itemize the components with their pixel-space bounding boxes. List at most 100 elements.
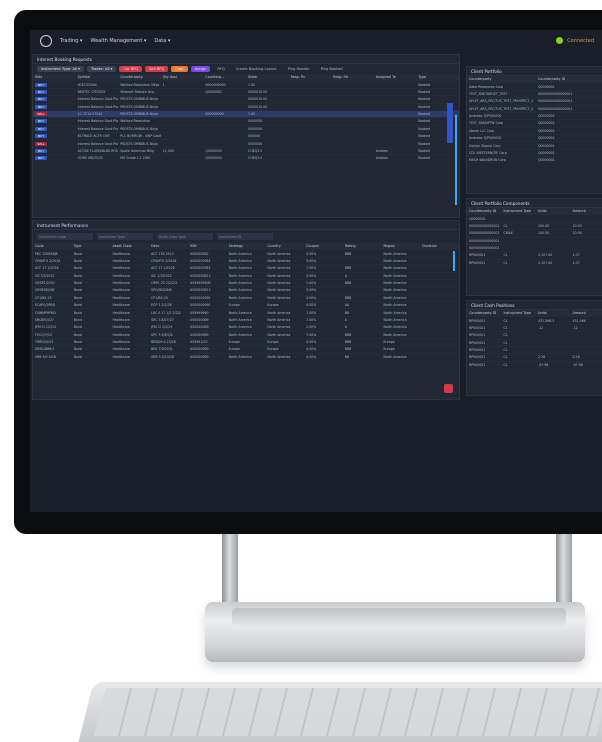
table-row[interactable]: Dank Resources CorpQ0000001 — [467, 83, 602, 90]
table-row[interactable]: ECAP0/2PRDBondHealthcareECP 3 2/1/26US00… — [33, 302, 459, 309]
table-row[interactable]: BUYInterest Balance Gout PlantPKOSTS OMN… — [33, 125, 459, 132]
table-row[interactable]: 000000000000001 — [467, 237, 602, 244]
order-column-header[interactable]: Resp. Px — [289, 74, 332, 81]
table-row[interactable]: BUYXCEC3520NWallace Resolution Ninja1000… — [33, 81, 459, 88]
table-row[interactable]: RP000001CL1,107.001.07 — [467, 259, 602, 266]
toolbar-button[interactable]: RFQ — [213, 66, 228, 72]
table-row[interactable]: 000000000000001 — [467, 244, 602, 251]
table-row[interactable]: MESH WAN/DRGN CorpQ0000001 — [467, 157, 602, 164]
instrument-column-header[interactable]: ISIN — [188, 243, 227, 250]
table-row[interactable]: RP000001CL1,107.001.07 — [467, 252, 602, 259]
order-column-header[interactable]: Side — [33, 74, 76, 81]
add-icon[interactable] — [444, 384, 453, 393]
table-row[interactable]: CPAMTX 2/2026BondHealthcareCPAMTX 2/2026… — [33, 257, 459, 264]
order-column-header[interactable]: State — [246, 74, 289, 81]
instrument-column-header[interactable]: Coupon — [304, 243, 343, 250]
components-column-header[interactable]: Amount — [571, 208, 602, 215]
toolbar-button[interactable]: Instrument Type: All ▾ — [37, 66, 84, 72]
table-row[interactable]: CDL WESTERN/TIE CorpQ0000001 — [467, 149, 602, 156]
toolbar-button[interactable]: Ping Header — [284, 66, 314, 72]
table-row[interactable]: SIC7/3/2022BondHealthcareSIC 1/3/2022US0… — [33, 272, 459, 279]
table-row[interactable]: BUYInterest Balance Gout PlantPKOSTS OMN… — [33, 103, 459, 110]
order-side-tab[interactable] — [447, 103, 453, 143]
cash-column-header[interactable]: Counterparty ID — [467, 310, 502, 317]
table-row[interactable]: QRSE0K/0/NBondHealthcareSPH/DE/DAMUS0000… — [33, 287, 459, 294]
table-row[interactable]: CNMMPRPRDBondHealthcareLRC 0 17 1/2 2/2/… — [33, 309, 459, 316]
toolbar-button[interactable]: Create Booking Layout — [232, 66, 281, 72]
instrument-column-header[interactable]: Asset Class — [110, 243, 149, 250]
table-row[interactable]: JPM CI 2/2/24BondHealthcareJPM CI 2/2/24… — [33, 324, 459, 331]
toolbar-button[interactable]: Ping Booked — [317, 66, 347, 72]
menu-item-wealth-management[interactable]: Wealth Management ▾ — [90, 38, 146, 44]
order-scrollbar[interactable] — [455, 115, 457, 205]
order-column-header[interactable]: Type — [416, 74, 459, 81]
table-row[interactable]: SRB 5/0.5/28BondHealthcareSRB 5.5/10/28U… — [33, 353, 459, 360]
cash-column-header[interactable]: Amount — [571, 310, 602, 317]
order-column-header[interactable]: Qty Assi — [161, 74, 204, 81]
table-row[interactable]: RP000001CL — [467, 339, 602, 346]
filter-input[interactable]: Instrument ID — [217, 233, 273, 240]
components-column-header[interactable]: Counterparty ID — [467, 208, 502, 215]
table-row[interactable]: RP000001CL-12-12 — [467, 324, 602, 331]
table-row[interactable]: FVCO/7/24BondHealthcareSPC 7.5/6/2/4US00… — [33, 331, 459, 338]
instrument-column-header[interactable]: Region — [381, 243, 420, 250]
table-row[interactable]: TEST_SIM/TARGET_TEST00000000000000001 — [467, 90, 602, 97]
client-portfolio-column-header[interactable]: Counterparty ID — [536, 76, 602, 83]
table-row[interactable]: 000000000000001CL100.0010.00 — [467, 222, 602, 229]
table-row[interactable]: Ceylon Stignol CorpQ0000001 — [467, 142, 602, 149]
table-row[interactable]: Q0000001 — [467, 215, 602, 222]
table-row[interactable]: TRRD/4/2/3BondHealthcareBRDD9 4.25/28US9… — [33, 338, 459, 345]
filter-input[interactable]: Instrument Type — [97, 233, 153, 240]
table-row[interactable]: SELLInterest Balance Gout PlantPKOSTS OM… — [33, 140, 459, 147]
table-row[interactable]: BUYInterest Balance Gout PlantWallace Re… — [33, 118, 459, 125]
table-row[interactable]: RP000001CL — [467, 332, 602, 339]
instrument-column-header[interactable]: Rating — [343, 243, 382, 250]
menu-item-data[interactable]: Data ▾ — [154, 38, 170, 44]
order-column-header[interactable]: Counterparty — [118, 74, 161, 81]
table-row[interactable]: PKC 130N58J8BondHealthcareACF 178-5913US… — [33, 250, 459, 257]
components-column-header[interactable]: Units — [536, 208, 571, 215]
instrument-column-header[interactable]: Strategy — [227, 243, 266, 250]
client-portfolio-column-header[interactable]: Counterparty — [467, 76, 536, 83]
order-column-header[interactable]: Counterp... — [203, 74, 246, 81]
menu-item-trading[interactable]: Trading ▾ — [60, 38, 82, 44]
table-row[interactable]: RP000001CL-97.98-97.98 — [467, 361, 602, 368]
instrument-column-header[interactable]: Duration — [420, 243, 459, 250]
toolbar-button[interactable]: Sell RFQ — [145, 66, 168, 72]
instrument-column-header[interactable]: Country — [265, 243, 304, 250]
table-row[interactable]: Andrews Q/P000000Q0000001 — [467, 112, 602, 119]
order-column-header[interactable]: Resp. Str — [331, 74, 374, 81]
toolbar-button[interactable]: Capt — [171, 66, 187, 72]
filter-input[interactable]: Asset Class Type — [157, 233, 213, 240]
instrument-column-header[interactable]: Code — [33, 243, 72, 250]
table-row[interactable]: RP000001CL2.262.26 — [467, 354, 602, 361]
table-row[interactable]: 000000000000001CMXX100.0010.00 — [467, 230, 602, 237]
instrument-column-header[interactable]: Type — [72, 243, 111, 250]
components-column-header[interactable]: Instrument Type — [502, 208, 537, 215]
toolbar-button[interactable]: Trades: All ▾ — [87, 66, 116, 72]
table-row[interactable]: TEST_SIM/NFTW CorpQ0000001 — [467, 120, 602, 127]
table-row[interactable]: QRSP1/2/3/2BondHealthcareORP1.25 2/2/2/2… — [33, 279, 459, 286]
table-row[interactable]: AFLEF_ARS_FEC/TUS_TEST_PROSPECT_20000000… — [467, 105, 602, 112]
order-column-header[interactable]: Symbol — [76, 74, 119, 81]
table-row[interactable]: SRCBR/3/27BondHealthcareSRC 5.8/27/27US0… — [33, 316, 459, 323]
table-row[interactable]: Andrews Q/P000000Q0000001 — [467, 135, 602, 142]
instrument-scrollbar[interactable] — [453, 251, 455, 271]
table-row[interactable]: SELL1C 7C14.57520PKOSTS OMNIBUS Ninja000… — [33, 110, 459, 117]
table-row[interactable]: AFLEF_ARS_FEC/TUS_TEST_PROSPECT_10000000… — [467, 98, 602, 105]
cash-column-header[interactable]: Units — [536, 310, 571, 317]
table-row[interactable]: BUYBCTRACE ACTR CMFPLC BORROW - SWP Capi… — [33, 133, 459, 140]
table-row[interactable]: ACF 17 1/2028BondHealthcareACF 17 1/2028… — [33, 265, 459, 272]
table-row[interactable]: BUYSCHIE NR25135MS Grade 1.1 CWSQ0000002… — [33, 155, 459, 162]
table-row[interactable]: RP000001CL431,566.5431,566 — [467, 317, 602, 324]
table-row[interactable]: BUYBRSTEC CFE2005Vilamart Restore Acq.Q0… — [33, 88, 459, 95]
table-row[interactable]: BUYInterest Balance Gout PlantPKOSTS OMN… — [33, 96, 459, 103]
cash-column-header[interactable]: Instrument Type — [502, 310, 537, 317]
toolbar-button[interactable]: Cpt RFQ — [119, 66, 142, 72]
table-row[interactable]: BUYACTIVE FLASM/BLDS.ROSSpoke American B… — [33, 147, 459, 154]
instrument-column-header[interactable]: Desc — [149, 243, 188, 250]
toolbar-button[interactable]: Assign — [191, 66, 211, 72]
table-row[interactable]: Above LLC CorpQ0000001 — [467, 127, 602, 134]
table-row[interactable]: CP1/BX.25BondHealthcareCP1/BX.25US000009… — [33, 294, 459, 301]
table-row[interactable]: RP000001CL — [467, 346, 602, 353]
